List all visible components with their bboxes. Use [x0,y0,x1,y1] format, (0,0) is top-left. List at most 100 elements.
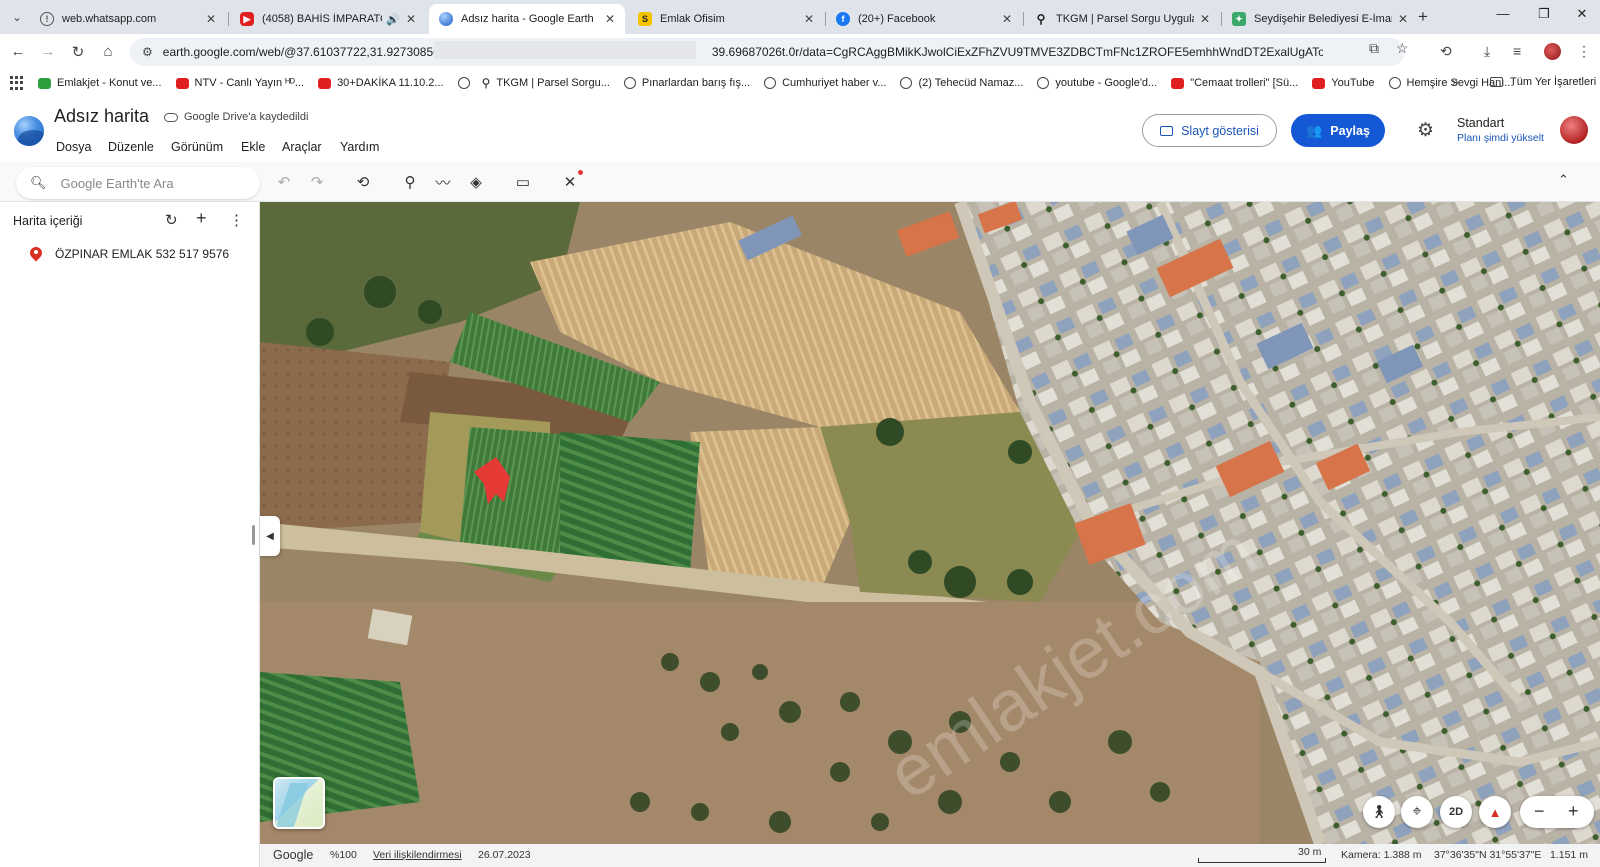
home-button[interactable]: ⌂ [98,43,118,60]
new-tab-button[interactable]: + [1418,7,1428,27]
share-button[interactable]: 👥 Paylaş [1291,114,1385,147]
bookmark-cumhuriyet[interactable]: Cumhuriyet haber v... [764,77,886,89]
zoom-in-button[interactable]: + [1568,801,1579,822]
menu-edit[interactable]: Düzenle [108,140,154,154]
minimize-button[interactable]: — [1491,6,1515,21]
back-button[interactable]: ← [8,43,28,60]
menu-file[interactable]: Dosya [56,140,91,154]
camera-altitude: Kamera: 1.388 m [1341,849,1422,861]
tab-emlak-ofisim[interactable]: S Emlak Ofisim ✕ [628,4,824,34]
history-icon[interactable]: ⟲ [1440,43,1452,60]
project-title[interactable]: Adsız harita [54,106,149,127]
search-input[interactable] [60,175,241,191]
url-text[interactable]: earth.google.com/web/@37.61037722,31.927… [163,45,1323,59]
plan-title: Standart [1457,116,1505,130]
bookmark-ntv[interactable]: NTV - Canlı Yayın ᴴᴰ... [175,77,304,89]
bookmark-tkgm[interactable]: ⚲ TKGM | Parsel Sorgu... [482,76,610,90]
bookmarks-overflow-icon[interactable]: » [1452,75,1459,89]
tab-facebook[interactable]: f (20+) Facebook ✕ [826,4,1022,34]
save-status: Google Drive'a kaydedildi [164,111,308,123]
emlakjet-icon [38,77,51,89]
draw-path-icon[interactable]: 〰 [431,171,455,193]
search-box[interactable]: 🔍︎ [16,167,260,199]
panel-resize-handle[interactable] [252,525,255,545]
download-icon[interactable]: ⤓ [1484,43,1490,60]
tab-tkgm[interactable]: ⚲ TKGM | Parsel Sorgu Uygulama ✕ [1024,4,1220,34]
add-icon[interactable]: + [196,208,207,229]
media-control-icon[interactable]: ≡ [1513,43,1521,59]
street-view-pegman-icon[interactable]: 🚶︎ [1363,796,1395,828]
close-icon[interactable]: ✕ [605,12,615,26]
more-options-icon[interactable]: ⋮ [229,211,244,229]
compass-icon[interactable]: ▲ [1479,796,1511,828]
close-icon[interactable]: ✕ [1398,12,1408,26]
bookmark-pinarlardan[interactable]: Pınarlardan barış fış... [623,77,750,89]
collapse-panel-chevron-icon[interactable]: ◀ [260,516,280,556]
apps-grid-icon[interactable] [10,76,24,90]
site-info-icon[interactable]: ⚙ [142,45,153,59]
bookmark-cemaat[interactable]: "Cemaat trolleri" [Sü... [1171,77,1298,89]
undo-icon[interactable]: ↶ [272,171,296,193]
satellite-map-view[interactable]: emlakjet.com [260,202,1600,844]
belediye-icon: ✦ [1232,12,1246,26]
bookmark-youtube-google[interactable]: youtube - Google'd... [1037,77,1157,89]
tab-google-earth[interactable]: Adsız harita - Google Earth ✕ [429,4,625,34]
measure-ruler-icon[interactable]: ▭ [511,171,535,193]
zoom-control: − + [1520,796,1594,828]
address-bar[interactable]: ⚙ earth.google.com/web/@37.61037722,31.9… [130,38,1405,66]
restore-button[interactable]: ❐ [1532,6,1556,22]
slideshow-button[interactable]: Slayt gösterisi [1142,114,1277,147]
location-pin-icon: ⚲ [481,76,491,90]
all-bookmarks-button[interactable]: Tüm Yer İşaretleri [1490,76,1596,88]
zoom-out-button[interactable]: − [1534,801,1545,822]
tab-whatsapp[interactable]: ! web.whatsapp.com ✕ [30,4,226,34]
more-menu-icon[interactable]: ⋮ [1577,43,1591,60]
bookmark-star-icon[interactable]: ☆ [1396,40,1409,57]
bookmark-emlakjet[interactable]: Emlakjet - Konut ve... [38,77,162,89]
toggle-2d-button[interactable]: 2D [1440,796,1472,828]
google-earth-logo[interactable] [14,116,44,146]
emlak-ofisim-icon: S [638,12,652,26]
tab-seydisehir[interactable]: ✦ Seydişehir Belediyesi E-İmar ✕ [1222,4,1418,34]
my-location-icon[interactable]: ⌖ [1401,796,1433,828]
user-avatar[interactable] [1560,116,1588,144]
collapse-toolbar-chevron-icon[interactable]: ⌃ [1558,172,1569,188]
close-icon[interactable]: ✕ [406,12,416,26]
reload-button[interactable]: ↻ [68,43,88,61]
menu-insert[interactable]: Ekle [241,140,265,154]
forward-button[interactable]: → [38,43,58,60]
profile-avatar[interactable] [1544,43,1561,60]
data-attribution-link[interactable]: Veri ilişkilendirmesi [373,849,462,861]
close-window-button[interactable]: ✕ [1570,6,1594,22]
list-item[interactable]: ÖZPINAR EMLAK 532 517 9576 [30,247,229,261]
install-app-icon[interactable]: ⧉ [1369,40,1379,57]
bookmark-teheccud[interactable]: (2) Tehecüd Namaz... [900,77,1023,89]
tab-search-chevron-icon[interactable]: ⌄ [6,7,28,27]
historical-imagery-icon[interactable]: ⟲ [351,171,375,193]
layers-icon[interactable]: ◈ [464,171,488,193]
map-style-thumbnail[interactable] [273,777,325,829]
bookmark-globe[interactable] [457,77,476,89]
close-icon[interactable]: ✕ [206,12,216,26]
add-placemark-icon[interactable]: ⚲ [398,171,422,193]
upgrade-plan-link[interactable]: Planı şimdi yükselt [1457,132,1544,144]
globe-icon [623,77,636,89]
menu-tools[interactable]: Araçlar [282,140,322,154]
bookmark-30-dakika[interactable]: 30+DAKİKA 11.10.2... [318,77,444,89]
globe-icon [1037,77,1050,89]
close-icon[interactable]: ✕ [1002,12,1012,26]
close-icon[interactable]: ✕ [804,12,814,26]
menu-help[interactable]: Yardım [340,140,379,154]
browser-toolbar: ← → ↻ ⌂ ⚙ earth.google.com/web/@37.61037… [0,34,1600,70]
youtube-icon [175,77,189,89]
speaker-icon[interactable]: 🔊 [386,13,400,26]
settings-gear-icon[interactable]: ⚙ [1417,119,1434,142]
menu-view[interactable]: Görünüm [171,140,223,154]
search-icon: 🔍︎ [30,175,47,190]
refresh-icon[interactable]: ↻ [165,211,178,229]
map-status-bar: Google %100 Veri ilişkilendirmesi 26.07.… [260,844,1600,867]
redo-icon[interactable]: ↷ [305,171,329,193]
close-icon[interactable]: ✕ [1200,12,1210,26]
bookmark-youtube[interactable]: YouTube [1312,77,1375,89]
tab-bahis[interactable]: ▶ (4058) BAHİS İMPARATORLU 🔊 ✕ [230,4,426,34]
